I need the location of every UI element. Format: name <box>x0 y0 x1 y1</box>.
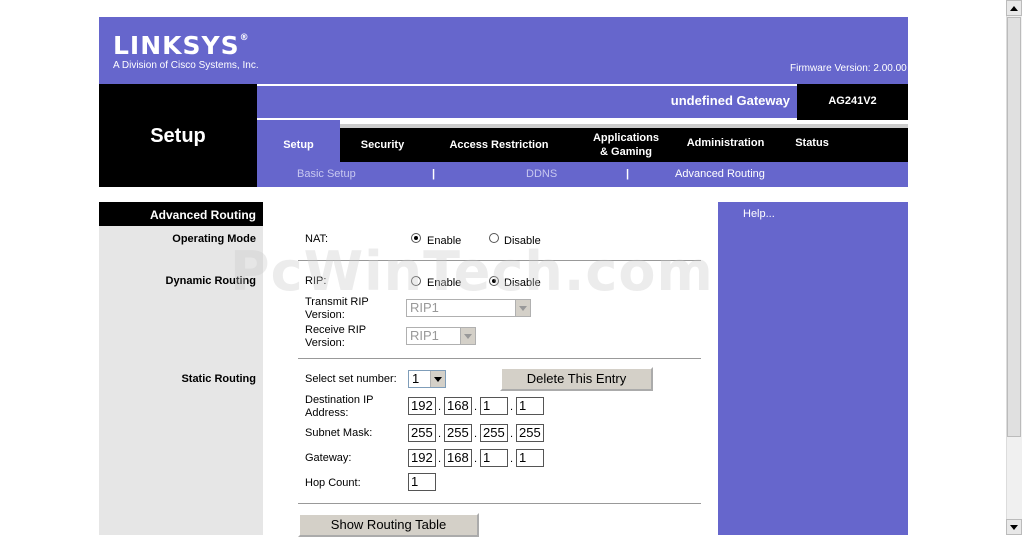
nat-label: NAT: <box>305 233 329 245</box>
transmit-rip-select[interactable]: RIP1 <box>406 299 531 317</box>
dest-ip-octet-1[interactable]: 192 <box>408 397 436 415</box>
divider <box>298 260 701 261</box>
mask-octet-1[interactable]: 255 <box>408 424 436 442</box>
help-spacer <box>718 187 908 202</box>
operating-mode-label: Operating Mode <box>172 233 256 245</box>
destination-ip-label: Destination IP Address: <box>305 394 374 419</box>
dest-ip-octet-3[interactable]: 1 <box>480 397 508 415</box>
mask-octet-3[interactable]: 255 <box>480 424 508 442</box>
tab-administration[interactable]: Administration <box>678 137 773 149</box>
left-spacer <box>99 187 263 202</box>
receive-rip-label: Receive RIP Version: <box>305 324 367 349</box>
gateway-label: Gateway: <box>305 452 352 464</box>
subtab-separator: | <box>626 168 630 180</box>
subnet-mask-label: Subnet Mask: <box>305 427 373 439</box>
nat-disable-radio[interactable] <box>489 233 499 243</box>
static-routing-label: Static Routing <box>181 373 256 385</box>
show-routing-table-button[interactable]: Show Routing Table <box>298 513 479 537</box>
chevron-down-icon <box>430 371 445 387</box>
dynamic-routing-label: Dynamic Routing <box>165 275 256 287</box>
transmit-rip-label: Transmit RIP Version: <box>305 296 369 321</box>
nat-enable-radio[interactable] <box>411 233 421 243</box>
firmware-version: Firmware Version: 2.00.00 <box>790 63 907 74</box>
dest-ip-octet-4[interactable]: 1 <box>516 397 544 415</box>
chevron-down-icon <box>515 300 530 316</box>
subtab-separator: | <box>432 168 436 180</box>
section-title: Advanced Routing <box>149 208 256 222</box>
mask-octet-2[interactable]: 255 <box>444 424 472 442</box>
logo-subtitle: A Division of Cisco Systems, Inc. <box>113 60 259 71</box>
nat-disable-label: Disable <box>504 235 541 247</box>
divider <box>298 503 701 504</box>
gateway-octet-2[interactable]: 168 <box>444 449 472 467</box>
linksys-logo: LINKSYS® <box>113 31 250 60</box>
tab-applications-gaming[interactable]: Applications & Gaming <box>582 131 670 159</box>
rip-disable-label: Disable <box>504 277 541 289</box>
select-set-label: Select set number: <box>305 373 397 385</box>
gateway-octet-3[interactable]: 1 <box>480 449 508 467</box>
subtab-basic-setup[interactable]: Basic Setup <box>297 168 356 180</box>
nat-enable-label: Enable <box>427 235 462 247</box>
mask-octet-4[interactable]: 255 <box>516 424 544 442</box>
gateway-octet-1[interactable]: 192 <box>408 449 436 467</box>
gateway-octet-4[interactable]: 1 <box>516 449 544 467</box>
hop-count-label: Hop Count: <box>305 477 361 489</box>
page-title: Setup <box>150 125 206 147</box>
dest-ip-octet-2[interactable]: 168 <box>444 397 472 415</box>
subtab-advanced-routing[interactable]: Advanced Routing <box>675 168 765 180</box>
model-number: AG241V2 <box>828 95 877 107</box>
scrollbar-thumb[interactable] <box>1007 17 1021 437</box>
rip-enable-label: Enable <box>427 277 462 289</box>
rip-disable-radio[interactable] <box>489 276 499 286</box>
tab-status[interactable]: Status <box>788 137 836 149</box>
tab-access-restriction[interactable]: Access Restriction <box>440 139 558 151</box>
set-number-select[interactable]: 1 <box>408 370 446 388</box>
chevron-down-icon <box>460 328 475 344</box>
rip-enable-radio[interactable] <box>411 276 421 286</box>
subtab-ddns[interactable]: DDNS <box>526 168 557 180</box>
receive-rip-select[interactable]: RIP1 <box>406 327 476 345</box>
scroll-down-icon[interactable] <box>1006 519 1022 535</box>
rip-label: RIP: <box>305 275 327 287</box>
help-link[interactable]: Help... <box>743 208 775 220</box>
help-column <box>718 202 908 535</box>
tab-security[interactable]: Security <box>345 139 420 151</box>
delete-entry-button[interactable]: Delete This Entry <box>500 367 653 391</box>
scroll-up-icon[interactable] <box>1006 0 1022 16</box>
gateway-name: undefined Gateway <box>670 93 790 108</box>
hop-count-input[interactable]: 1 <box>408 473 436 491</box>
divider <box>298 358 701 359</box>
tab-setup[interactable]: Setup <box>257 139 340 151</box>
